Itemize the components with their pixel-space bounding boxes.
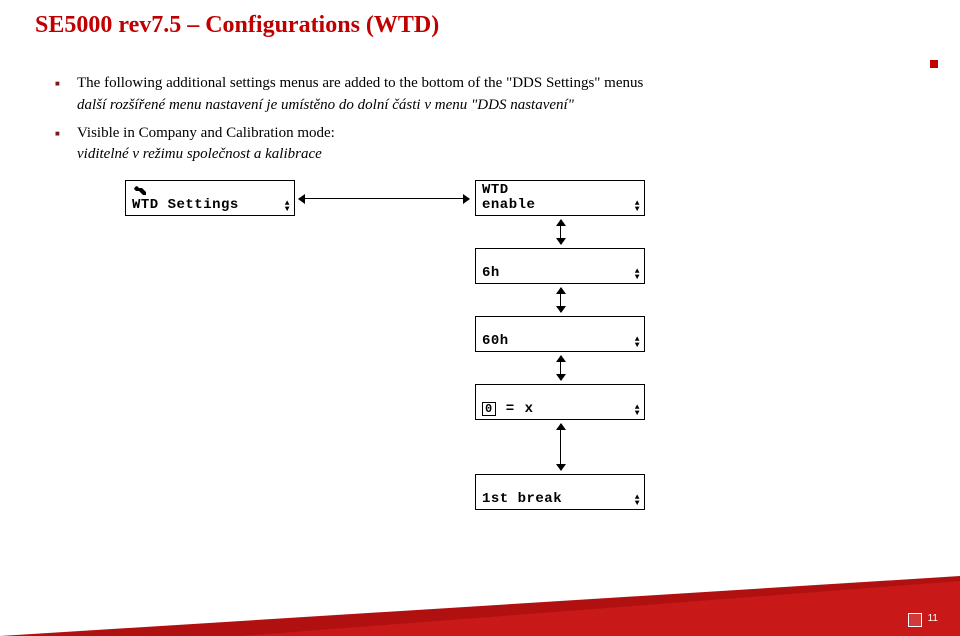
lcd-text: 60h [482, 334, 509, 349]
connector-vertical [560, 288, 561, 312]
bullet-list: The following additional settings menus … [45, 73, 915, 166]
connector-vertical [560, 356, 561, 380]
list-item: The following additional settings menus … [45, 73, 915, 117]
lcd-text: WTD [482, 183, 509, 198]
bullet2-en: Visible in Company and Calibration mode: [77, 123, 915, 145]
lcd-text: 6h [482, 266, 500, 281]
list-item: Visible in Company and Calibration mode:… [45, 123, 915, 167]
updown-icon: ▲▼ [635, 337, 640, 349]
bullet1-en: The following additional settings menus … [77, 73, 915, 95]
page-number-box-icon [908, 613, 922, 627]
lcd-6h: 6h ▲▼ [475, 248, 645, 284]
connector-vertical [560, 220, 561, 244]
accent-square-icon [930, 60, 938, 68]
lcd-60h: 60h ▲▼ [475, 316, 645, 352]
bullet1-cs: další rozšířené menu nastavení je umístě… [77, 95, 915, 117]
equals-char: = [506, 402, 515, 417]
updown-icon: ▲▼ [635, 201, 640, 213]
title-text: SE5000 rev7.5 – Configurations (WTD) [35, 12, 439, 38]
x-char: x [525, 402, 534, 417]
lcd-1st-break: 1st break ▲▼ [475, 474, 645, 510]
lcd-wtd-enable: WTD enable ▲▼ [475, 180, 645, 216]
lcd-text: WTD Settings [132, 198, 239, 213]
updown-icon: ▲▼ [635, 495, 640, 507]
updown-icon: ▲▼ [635, 405, 640, 417]
footer-wedge [0, 546, 960, 636]
page-number: 11 [928, 613, 938, 624]
page-title: SE5000 rev7.5 – Configurations (WTD) [35, 12, 915, 39]
boxed-char: 0 [482, 402, 496, 416]
menu-diagram: WTD Settings ▲▼ WTD enable ▲▼ 6h ▲▼ 60h … [45, 180, 915, 530]
bullet2-cs: viditelné v režimu společnost a kalibrac… [77, 144, 915, 166]
lcd-formula: 0 = x ▲▼ [475, 384, 645, 420]
wrench-icon [132, 184, 156, 198]
updown-icon: ▲▼ [635, 269, 640, 281]
lcd-text: enable [482, 198, 535, 213]
connector-horizontal [299, 198, 469, 199]
lcd-text: 1st break [482, 492, 562, 507]
connector-vertical [560, 424, 561, 470]
updown-icon: ▲▼ [285, 201, 290, 213]
lcd-wtd-settings: WTD Settings ▲▼ [125, 180, 295, 216]
